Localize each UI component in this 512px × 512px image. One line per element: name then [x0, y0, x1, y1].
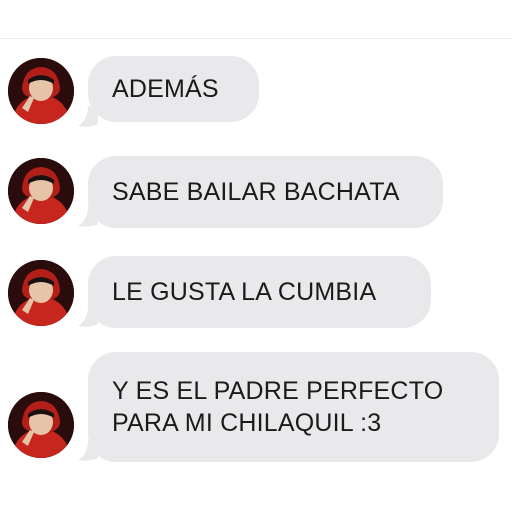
avatar-photo-icon — [8, 260, 74, 326]
avatar[interactable] — [8, 158, 74, 224]
message-text: ADEMÁS — [112, 75, 219, 103]
top-divider — [0, 38, 512, 39]
message-bubble[interactable]: LE GUSTA LA CUMBIA — [88, 256, 431, 328]
avatar[interactable] — [8, 392, 74, 458]
avatar-photo-icon — [8, 392, 74, 458]
message-bubble[interactable]: ADEMÁS — [88, 56, 259, 122]
avatar[interactable] — [8, 260, 74, 326]
avatar-photo-icon — [8, 158, 74, 224]
avatar[interactable] — [8, 58, 74, 124]
message-text: SABE BAILAR BACHATA — [112, 178, 400, 206]
message-text-line-1: Y ES EL PADRE PERFECTO — [112, 377, 444, 405]
message-text: LE GUSTA LA CUMBIA — [112, 278, 377, 306]
avatar-photo-icon — [8, 58, 74, 124]
message-bubble[interactable]: Y ES EL PADRE PERFECTO PARA MI CHILAQUIL… — [88, 352, 499, 462]
message-text-line-2: PARA MI CHILAQUIL :3 — [112, 409, 382, 437]
message-bubble[interactable]: SABE BAILAR BACHATA — [88, 156, 443, 228]
